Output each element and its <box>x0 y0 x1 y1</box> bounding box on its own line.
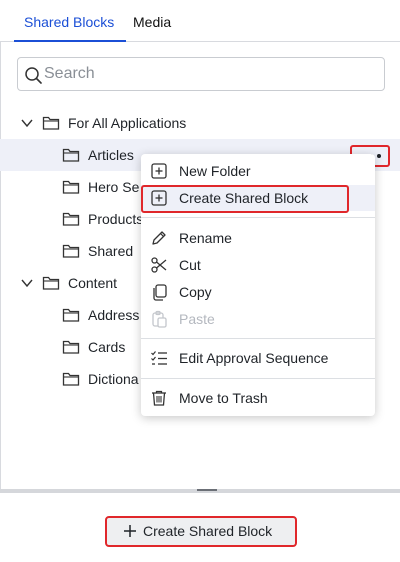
folder-icon <box>62 148 80 162</box>
menu-item-rename[interactable]: Rename <box>141 225 375 251</box>
menu-item-edit-approval-sequence[interactable]: Edit Approval Sequence <box>141 345 375 371</box>
search-icon <box>25 67 42 84</box>
menu-item-label: Rename <box>179 230 232 246</box>
menu-item-new-folder[interactable]: New Folder <box>141 158 375 184</box>
tree-item-label: For All Applications <box>68 115 187 131</box>
menu-divider <box>141 378 375 379</box>
tree-item-label: Shared <box>88 243 134 259</box>
folder-icon <box>62 180 80 194</box>
folder-icon <box>62 340 80 354</box>
menu-item-cut[interactable]: Cut <box>141 252 375 278</box>
tree-item-for-all-applications[interactable]: For All Applications <box>0 107 400 139</box>
tab-media[interactable]: Media <box>133 0 171 42</box>
context-menu: New Folder Create Shared Block Rename Cu… <box>141 154 375 416</box>
folder-icon <box>62 212 80 226</box>
plus-icon <box>124 525 136 537</box>
menu-item-copy[interactable]: Copy <box>141 279 375 305</box>
menu-item-label: Cut <box>179 257 201 273</box>
menu-item-label: New Folder <box>179 163 251 179</box>
menu-item-label: Move to Trash <box>179 390 268 406</box>
tree-item-label: Hero Se <box>88 179 140 195</box>
splitter-grip-icon[interactable] <box>197 489 217 491</box>
chevron-down-icon[interactable] <box>20 276 34 290</box>
menu-item-label: Copy <box>179 284 212 300</box>
paste-icon <box>152 310 167 328</box>
folder-icon <box>42 116 60 130</box>
copy-icon <box>153 284 167 301</box>
tree-item-label: Products <box>88 211 144 227</box>
tab-bar: Shared Blocks Media <box>0 0 400 42</box>
folder-icon <box>62 244 80 258</box>
search-input[interactable] <box>44 62 374 86</box>
tree-item-label: Articles <box>88 147 134 163</box>
tree-item-label: Dictiona <box>88 371 139 387</box>
search-box[interactable] <box>17 57 385 91</box>
chevron-down-icon[interactable] <box>20 116 34 130</box>
folder-icon <box>42 276 60 290</box>
menu-item-label: Edit Approval Sequence <box>179 350 329 366</box>
menu-item-paste[interactable]: Paste <box>141 306 375 332</box>
highlight-box <box>141 185 349 213</box>
dot-icon <box>377 154 381 158</box>
new-folder-icon <box>151 163 167 179</box>
menu-item-label: Paste <box>179 311 215 327</box>
trash-icon <box>152 390 166 406</box>
create-shared-block-label: Create Shared Block <box>143 523 273 539</box>
folder-icon <box>62 308 80 322</box>
menu-divider <box>141 217 375 218</box>
folder-icon <box>62 372 80 386</box>
create-shared-block-button[interactable]: Create Shared Block <box>105 516 297 547</box>
tab-shared-blocks[interactable]: Shared Blocks <box>14 0 126 42</box>
approval-list-icon <box>151 351 167 365</box>
pencil-icon <box>152 231 166 245</box>
menu-item-move-to-trash[interactable]: Move to Trash <box>141 385 375 411</box>
panel-splitter[interactable] <box>0 489 400 493</box>
tree-item-label: Content <box>68 275 118 291</box>
tree-item-label: Address <box>88 307 140 323</box>
tree-item-label: Cards <box>88 339 126 355</box>
scissors-icon <box>151 257 167 273</box>
menu-divider <box>141 338 375 339</box>
